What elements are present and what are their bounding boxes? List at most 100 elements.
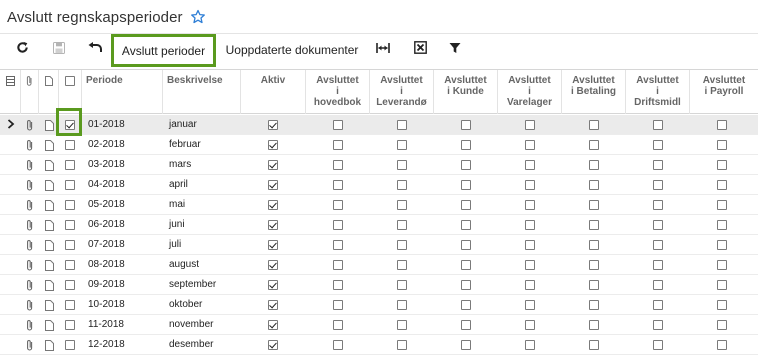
document-icon[interactable] (45, 140, 54, 151)
cell-beskrivelse[interactable]: november (169, 315, 213, 335)
checkbox-payroll[interactable] (717, 320, 727, 330)
checkbox-varelager[interactable] (525, 300, 535, 310)
table-row[interactable]: 03-2018 mars (0, 155, 758, 175)
checkbox-betaling[interactable] (589, 300, 599, 310)
checkbox-hovedbok[interactable] (333, 200, 343, 210)
checkbox-varelager[interactable] (525, 160, 535, 170)
paperclip-icon[interactable] (25, 299, 35, 312)
document-icon[interactable] (45, 300, 54, 311)
row-select-checkbox[interactable] (65, 260, 75, 270)
checkbox-aktiv[interactable] (268, 320, 278, 330)
document-icon[interactable] (45, 240, 54, 251)
checkbox-payroll[interactable] (717, 120, 727, 130)
checkbox-kunde[interactable] (461, 200, 471, 210)
checkbox-driftsmidl[interactable] (653, 120, 663, 130)
table-row[interactable]: 07-2018 juli (0, 235, 758, 255)
table-row[interactable]: 04-2018 april (0, 175, 758, 195)
checkbox-kunde[interactable] (461, 160, 471, 170)
checkbox-driftsmidl[interactable] (653, 300, 663, 310)
checkbox-betaling[interactable] (589, 140, 599, 150)
checkbox-aktiv[interactable] (268, 220, 278, 230)
checkbox-kunde[interactable] (461, 320, 471, 330)
checkbox-aktiv[interactable] (268, 260, 278, 270)
checkbox-leverandor[interactable] (397, 300, 407, 310)
checkbox-hovedbok[interactable] (333, 320, 343, 330)
checkbox-leverandor[interactable] (397, 180, 407, 190)
cell-periode[interactable]: 09-2018 (88, 275, 125, 295)
checkbox-varelager[interactable] (525, 240, 535, 250)
paperclip-icon[interactable] (25, 199, 35, 212)
checkbox-kunde[interactable] (461, 240, 471, 250)
checkbox-leverandor[interactable] (397, 240, 407, 250)
checkbox-payroll[interactable] (717, 280, 727, 290)
paperclip-icon[interactable] (25, 159, 35, 172)
cell-beskrivelse[interactable]: desember (169, 335, 213, 355)
checkbox-payroll[interactable] (717, 220, 727, 230)
checkbox-kunde[interactable] (461, 180, 471, 190)
document-icon[interactable] (45, 320, 54, 331)
checkbox-varelager[interactable] (525, 220, 535, 230)
cell-periode[interactable]: 12-2018 (88, 335, 125, 355)
header-payroll[interactable]: Avsluttet i Payroll (690, 70, 758, 114)
table-row[interactable]: 01-2018 januar (0, 108, 758, 136)
document-icon[interactable] (45, 120, 54, 131)
row-select-checkbox[interactable] (65, 280, 75, 290)
checkbox-hovedbok[interactable] (333, 280, 343, 290)
checkbox-kunde[interactable] (461, 120, 471, 130)
checkbox-aktiv[interactable] (268, 180, 278, 190)
select-all-checkbox[interactable] (65, 76, 75, 86)
cell-beskrivelse[interactable]: oktober (169, 295, 202, 315)
checkbox-aktiv[interactable] (268, 240, 278, 250)
filter-button[interactable] (443, 34, 467, 66)
checkbox-leverandor[interactable] (397, 280, 407, 290)
checkbox-driftsmidl[interactable] (653, 320, 663, 330)
header-varelager[interactable]: Avsluttet i Varelager (498, 70, 562, 114)
header-beskrivelse[interactable]: Beskrivelse (163, 70, 241, 114)
checkbox-driftsmidl[interactable] (653, 260, 663, 270)
checkbox-betaling[interactable] (589, 180, 599, 190)
undo-button[interactable] (83, 34, 107, 66)
cell-beskrivelse[interactable]: februar (169, 135, 201, 155)
cell-beskrivelse[interactable]: mars (169, 155, 191, 175)
checkbox-hovedbok[interactable] (333, 300, 343, 310)
checkbox-varelager[interactable] (525, 320, 535, 330)
row-select-checkbox[interactable] (65, 340, 75, 350)
checkbox-payroll[interactable] (717, 240, 727, 250)
checkbox-driftsmidl[interactable] (653, 160, 663, 170)
cell-beskrivelse[interactable]: august (169, 255, 199, 275)
header-attachment[interactable] (21, 70, 39, 114)
checkbox-aktiv[interactable] (268, 280, 278, 290)
checkbox-aktiv[interactable] (268, 140, 278, 150)
checkbox-leverandor[interactable] (397, 140, 407, 150)
cell-beskrivelse[interactable]: juni (169, 215, 185, 235)
checkbox-aktiv[interactable] (268, 200, 278, 210)
checkbox-kunde[interactable] (461, 280, 471, 290)
checkbox-betaling[interactable] (589, 320, 599, 330)
cell-beskrivelse[interactable]: april (169, 175, 188, 195)
document-icon[interactable] (45, 160, 54, 171)
checkbox-varelager[interactable] (525, 200, 535, 210)
cell-periode[interactable]: 06-2018 (88, 215, 125, 235)
refresh-button[interactable] (10, 34, 34, 66)
checkbox-driftsmidl[interactable] (653, 220, 663, 230)
checkbox-leverandor[interactable] (397, 120, 407, 130)
checkbox-betaling[interactable] (589, 220, 599, 230)
table-row[interactable]: 12-2018 desember (0, 335, 758, 355)
cell-beskrivelse[interactable]: september (169, 275, 216, 295)
checkbox-hovedbok[interactable] (333, 120, 343, 130)
checkbox-payroll[interactable] (717, 180, 727, 190)
checkbox-leverandor[interactable] (397, 320, 407, 330)
header-driftsmidl[interactable]: Avsluttet i Driftsmidl (626, 70, 690, 114)
cell-periode[interactable]: 10-2018 (88, 295, 125, 315)
table-row[interactable]: 09-2018 september (0, 275, 758, 295)
checkbox-varelager[interactable] (525, 280, 535, 290)
checkbox-kunde[interactable] (461, 260, 471, 270)
checkbox-hovedbok[interactable] (333, 180, 343, 190)
paperclip-icon[interactable] (25, 259, 35, 272)
checkbox-varelager[interactable] (525, 260, 535, 270)
header-periode[interactable]: Periode (82, 70, 163, 114)
checkbox-payroll[interactable] (717, 260, 727, 270)
paperclip-icon[interactable] (25, 139, 35, 152)
excel-export-button[interactable] (408, 34, 432, 66)
close-periods-button[interactable]: Avslutt perioder (111, 34, 216, 67)
